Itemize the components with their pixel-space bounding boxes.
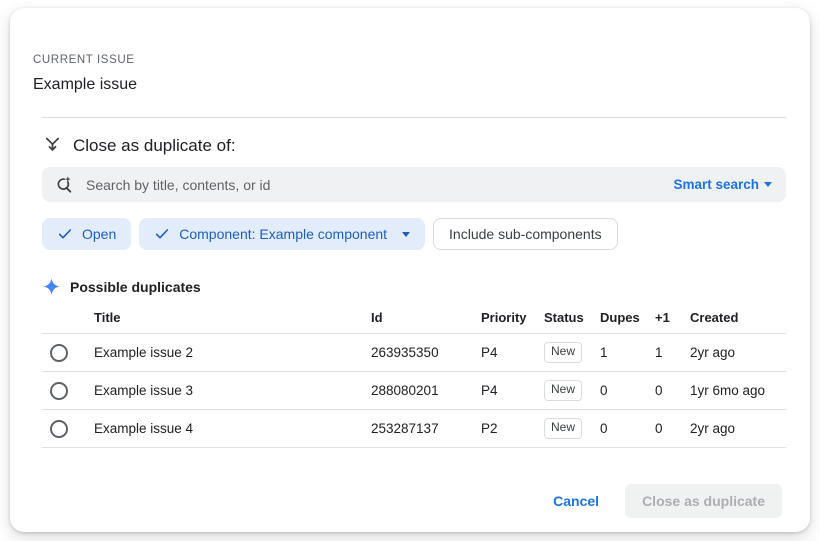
- column-header-plus-one: +1: [655, 310, 690, 325]
- close-as-duplicate-dialog: CURRENT ISSUE Example issue Close as dup…: [10, 8, 810, 532]
- cell-plus-one: 0: [655, 383, 690, 398]
- check-icon: [57, 226, 73, 242]
- table-row[interactable]: Example issue 2 263935350 P4 New 1 1 2yr…: [42, 334, 786, 372]
- cell-plus-one: 1: [655, 345, 690, 360]
- cell-id: 288080201: [371, 383, 481, 398]
- column-header-priority: Priority: [481, 310, 544, 325]
- cell-title: Example issue 3: [94, 383, 371, 398]
- current-issue-title: Example issue: [33, 76, 786, 94]
- status-badge: New: [544, 380, 582, 401]
- smart-search-icon: [54, 175, 74, 195]
- duplicate-search-bar[interactable]: Smart search: [42, 167, 786, 202]
- cell-created: 1yr 6mo ago: [690, 383, 786, 398]
- cell-dupes: 0: [600, 421, 655, 436]
- chevron-down-icon: [402, 232, 410, 237]
- sparkle-icon: [42, 277, 61, 296]
- filter-chip-include-subcomponents-label: Include sub-components: [449, 226, 602, 242]
- column-header-created: Created: [690, 310, 786, 325]
- table-row[interactable]: Example issue 3 288080201 P4 New 0 0 1yr…: [42, 372, 786, 410]
- close-as-duplicate-button[interactable]: Close as duplicate: [625, 484, 782, 518]
- cell-id: 253287137: [371, 421, 481, 436]
- cell-title: Example issue 4: [94, 421, 371, 436]
- table-row[interactable]: Example issue 4 253287137 P2 New 0 0 2yr…: [42, 410, 786, 448]
- column-header-status: Status: [544, 310, 600, 325]
- filter-chip-open-label: Open: [82, 226, 116, 242]
- status-badge: New: [544, 418, 582, 439]
- filter-chip-include-subcomponents[interactable]: Include sub-components: [433, 218, 618, 250]
- cell-dupes: 1: [600, 345, 655, 360]
- section-heading: Close as duplicate of:: [42, 135, 786, 156]
- cell-dupes: 0: [600, 383, 655, 398]
- row-radio-button[interactable]: [50, 382, 68, 400]
- check-icon: [154, 226, 170, 242]
- column-header-dupes: Dupes: [600, 310, 655, 325]
- status-badge: New: [544, 342, 582, 363]
- cell-priority: P4: [481, 345, 544, 360]
- filter-chip-component-label: Component: Example component: [179, 226, 387, 242]
- merge-icon: [42, 135, 63, 156]
- filter-chips-row: Open Component: Example component Includ…: [42, 218, 786, 250]
- row-radio-button[interactable]: [50, 344, 68, 362]
- cell-created: 2yr ago: [690, 421, 786, 436]
- filter-chip-open[interactable]: Open: [42, 218, 131, 250]
- smart-search-toggle[interactable]: Smart search: [673, 177, 772, 192]
- cell-plus-one: 0: [655, 421, 690, 436]
- dialog-footer: Cancel Close as duplicate: [33, 484, 786, 518]
- filter-chip-component[interactable]: Component: Example component: [139, 218, 425, 250]
- row-radio-button[interactable]: [50, 420, 68, 438]
- chevron-down-icon: [764, 182, 772, 187]
- duplicates-table: Title Id Priority Status Dupes +1 Create…: [42, 302, 786, 448]
- column-header-id: Id: [371, 310, 481, 325]
- cancel-button[interactable]: Cancel: [553, 493, 599, 509]
- smart-search-label: Smart search: [673, 177, 759, 192]
- cell-title: Example issue 2: [94, 345, 371, 360]
- possible-duplicates-title: Possible duplicates: [70, 279, 201, 295]
- section-title: Close as duplicate of:: [73, 136, 236, 156]
- cell-id: 263935350: [371, 345, 481, 360]
- cell-priority: P2: [481, 421, 544, 436]
- column-header-title: Title: [94, 310, 371, 325]
- table-header-row: Title Id Priority Status Dupes +1 Create…: [42, 302, 786, 334]
- divider: [42, 117, 786, 118]
- current-issue-label: CURRENT ISSUE: [33, 54, 786, 66]
- possible-duplicates-heading: Possible duplicates: [42, 277, 786, 296]
- cell-priority: P4: [481, 383, 544, 398]
- cell-created: 2yr ago: [690, 345, 786, 360]
- search-input[interactable]: [86, 177, 673, 193]
